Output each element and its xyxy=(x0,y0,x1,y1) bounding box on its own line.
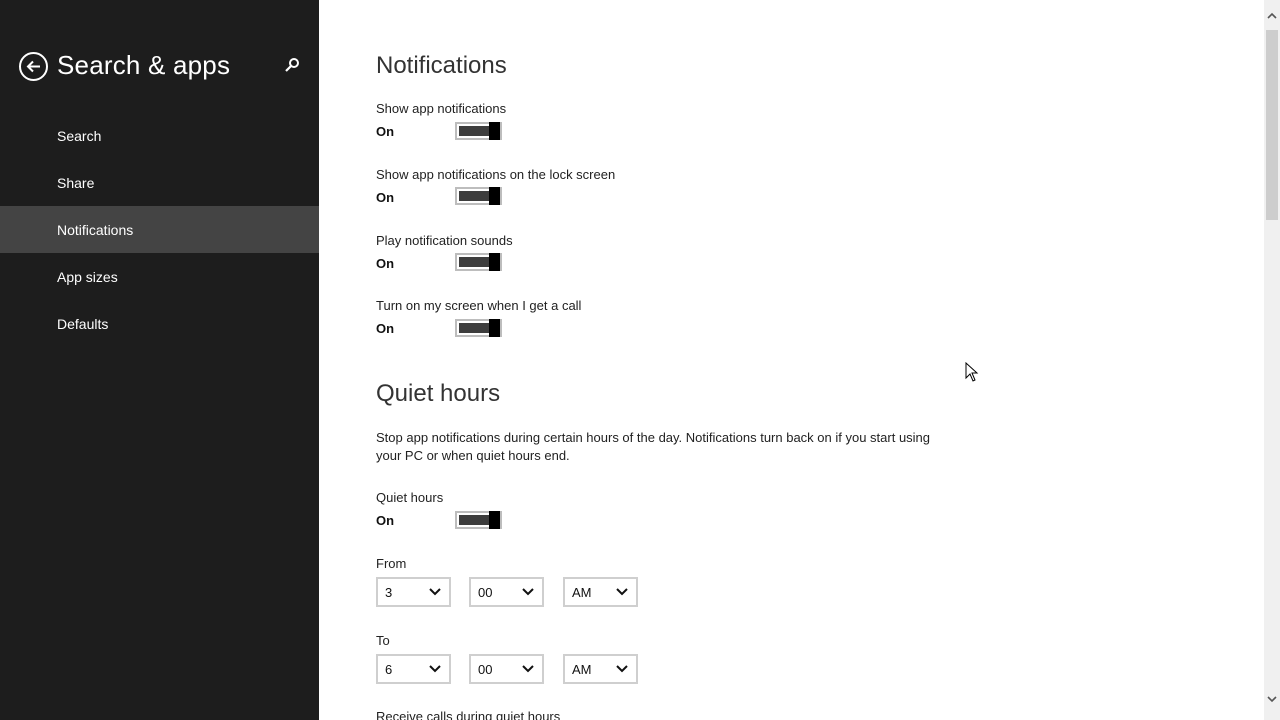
to-period-select[interactable]: AM xyxy=(563,654,638,684)
sidebar-nav: Search Share Notifications App sizes Def… xyxy=(0,112,319,347)
setting-label-lock-screen-notifications: Show app notifications on the lock scree… xyxy=(376,167,616,182)
sidebar-item-search[interactable]: Search xyxy=(0,112,319,159)
sidebar-item-app-sizes[interactable]: App sizes xyxy=(0,253,319,300)
to-minute-select[interactable]: 00 xyxy=(469,654,544,684)
chevron-down-icon xyxy=(522,665,534,673)
to-hour-value: 6 xyxy=(385,662,393,677)
quiet-hours-description: Stop app notifications during certain ho… xyxy=(376,430,931,463)
to-period-value: AM xyxy=(572,662,592,677)
from-minute-value: 00 xyxy=(478,585,493,600)
setting-state: On xyxy=(376,513,395,528)
back-arrow-icon xyxy=(26,60,40,73)
setting-label-quiet-hours: Quiet hours xyxy=(376,490,444,505)
setting-state: On xyxy=(376,190,395,205)
vertical-scrollbar[interactable] xyxy=(1264,0,1280,720)
mouse-cursor-icon xyxy=(965,362,979,382)
scroll-thumb[interactable] xyxy=(1266,30,1278,220)
to-minute-value: 00 xyxy=(478,662,493,677)
chevron-down-icon xyxy=(522,588,534,596)
sidebar-item-notifications[interactable]: Notifications xyxy=(0,206,319,253)
from-label: From xyxy=(376,556,407,571)
setting-label-show-app-notifications: Show app notifications xyxy=(376,101,507,116)
setting-label-receive-calls: Receive calls during quiet hours xyxy=(376,709,561,720)
chevron-down-icon xyxy=(429,665,441,673)
toggle-lock-screen-notifications[interactable] xyxy=(455,187,502,205)
setting-label-notification-sounds: Play notification sounds xyxy=(376,233,513,248)
sidebar-title: Search & apps xyxy=(57,50,231,80)
from-hour-select[interactable]: 3 xyxy=(376,577,451,607)
scroll-up-arrow-icon[interactable] xyxy=(1267,12,1277,20)
setting-state: On xyxy=(376,124,395,139)
to-label: To xyxy=(376,633,390,648)
setting-label-screen-on-call: Turn on my screen when I get a call xyxy=(376,298,582,313)
toggle-notification-sounds[interactable] xyxy=(455,253,502,271)
scroll-down-arrow-icon[interactable] xyxy=(1267,695,1277,703)
notifications-heading: Notifications xyxy=(376,52,507,79)
sidebar-item-share[interactable]: Share xyxy=(0,159,319,206)
setting-state: On xyxy=(376,256,395,271)
quiet-hours-heading: Quiet hours xyxy=(376,380,501,407)
toggle-quiet-hours[interactable] xyxy=(455,511,502,529)
chevron-down-icon xyxy=(429,588,441,596)
sidebar-item-defaults[interactable]: Defaults xyxy=(0,300,319,347)
from-minute-select[interactable]: 00 xyxy=(469,577,544,607)
from-period-value: AM xyxy=(572,585,592,600)
search-icon[interactable] xyxy=(284,57,300,73)
setting-state: On xyxy=(376,321,395,336)
from-period-select[interactable]: AM xyxy=(563,577,638,607)
toggle-show-app-notifications[interactable] xyxy=(455,122,502,140)
from-hour-value: 3 xyxy=(385,585,393,600)
chevron-down-icon xyxy=(616,588,628,596)
to-hour-select[interactable]: 6 xyxy=(376,654,451,684)
sidebar: Search & apps Search Share Notifications… xyxy=(0,0,319,720)
main-content: Notifications Show app notifications On … xyxy=(319,0,1264,720)
back-button[interactable] xyxy=(19,52,48,81)
chevron-down-icon xyxy=(616,665,628,673)
toggle-screen-on-call[interactable] xyxy=(455,319,502,337)
